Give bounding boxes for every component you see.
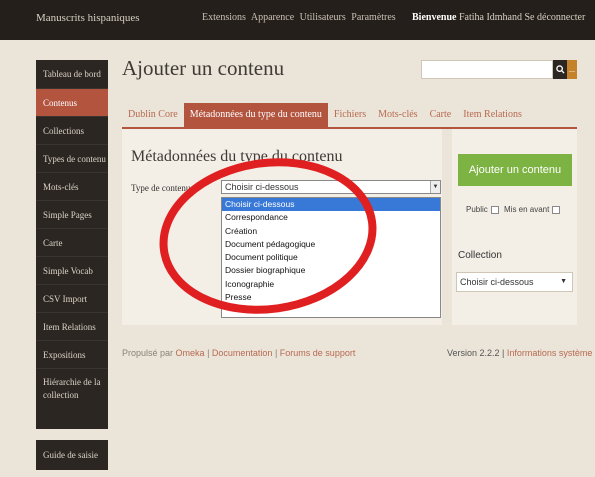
sidebar-item-collection-tree[interactable]: Hiérarchie de la collection [36,368,108,408]
sidebar-item-items[interactable]: Contenus [36,88,108,116]
dropdown-option[interactable]: Choisir ci-dessous [222,198,440,212]
item-type-select-value: Choisir ci-dessous [225,182,299,192]
search-button[interactable] [553,60,567,79]
public-checkbox[interactable] [490,205,499,214]
tab-map[interactable]: Carte [424,103,458,127]
tab-item-type-metadata[interactable]: Métadonnées du type du contenu [183,103,328,127]
sidebar-item-csv-import[interactable]: CSV Import [36,284,108,312]
featured-checkbox[interactable] [552,205,561,214]
sidebar-item-tags[interactable]: Mots-clés [36,172,108,200]
user-name-link[interactable]: Fatiha Idmhand [459,12,522,23]
add-item-button[interactable]: Ajouter un contenu [458,154,572,186]
footer-links: Propulsé par Omeka | Documentation | For… [122,348,356,358]
item-type-select[interactable]: Choisir ci-dessous ▼ [221,180,441,194]
tab-bar: Dublin Core Métadonnées du type du conte… [122,103,528,127]
sidebar-item-simple-vocab[interactable]: Simple Vocab [36,256,108,284]
nav-users[interactable]: Utilisateurs [300,12,346,23]
powered-by-text: Propulsé par [122,348,174,358]
page-title: Ajouter un contenu [122,56,285,80]
nav-appearance[interactable]: Apparence [251,12,294,23]
version-info: Version 2.2.2 | Informations système [447,348,593,358]
system-info-link[interactable]: Informations système [507,348,593,358]
sidebar-item-exhibits[interactable]: Expositions [36,340,108,368]
chevron-down-icon[interactable]: ▼ [430,181,440,193]
public-label: Public [466,205,488,214]
user-area: Bienvenue Fatiha Idmhand Se déconnecter [412,12,585,23]
sidebar-item-simple-pages[interactable]: Simple Pages [36,200,108,228]
public-checkbox-group: Public [466,205,499,214]
search-icon [555,65,565,74]
chevron-down-icon: ▼ [560,278,567,285]
sidebar-item-collections[interactable]: Collections [36,116,108,144]
top-bar: Manuscrits hispaniques Extensions Appare… [0,0,595,40]
site-title-link[interactable]: Manuscrits hispaniques [36,12,140,24]
featured-checkbox-group: Mis en avant [504,205,561,214]
sidebar-item-item-types[interactable]: Types de contenu [36,144,108,172]
documentation-link[interactable]: Documentation [212,348,273,358]
tab-files[interactable]: Fichiers [328,103,372,127]
logout-link[interactable]: Se déconnecter [525,12,586,23]
dropdown-option[interactable]: Correspondance [222,211,440,224]
collection-select[interactable]: Choisir ci-dessous ▼ [456,272,573,292]
sidebar-item-dashboard[interactable]: Tableau de bord [36,60,108,88]
nav-settings[interactable]: Paramètres [351,12,395,23]
sidebar-item-map[interactable]: Carte [36,228,108,256]
item-type-label: Type de contenu [131,183,191,193]
welcome-text: Bienvenue [412,12,457,23]
tab-item-relations[interactable]: Item Relations [457,103,528,127]
section-title: Métadonnées du type du contenu [131,148,343,165]
dropdown-option[interactable]: Création [222,225,440,238]
collection-label: Collection [458,250,502,261]
sidebar: Tableau de bord Contenus Collections Typ… [36,60,108,429]
dropdown-option[interactable]: Document pédagogique [222,238,440,251]
guide-link[interactable]: Guide de saisie [36,440,108,470]
tab-dublin-core[interactable]: Dublin Core [122,103,184,127]
collection-select-value: Choisir ci-dessous [460,277,534,287]
omeka-link[interactable]: Omeka [176,348,205,358]
search-input[interactable] [421,60,553,79]
dropdown-option[interactable]: Iconographie [222,278,440,291]
dropdown-option[interactable]: Document politique [222,251,440,264]
admin-nav: Extensions Apparence Utilisateurs Paramè… [202,12,399,23]
dropdown-option[interactable]: Presse [222,291,440,304]
sidebar-item-item-relations[interactable]: Item Relations [36,312,108,340]
dropdown-option[interactable]: Dossier biographique [222,264,440,277]
tab-tags[interactable]: Mots-clés [372,103,423,127]
forums-link[interactable]: Forums de support [280,348,356,358]
version-text: Version 2.2.2 [447,348,500,358]
nav-extensions[interactable]: Extensions [202,12,246,23]
featured-label: Mis en avant [504,205,550,214]
item-type-dropdown: Choisir ci-dessous Correspondance Créati… [221,197,441,318]
advanced-search-button[interactable]: ... [567,60,577,79]
